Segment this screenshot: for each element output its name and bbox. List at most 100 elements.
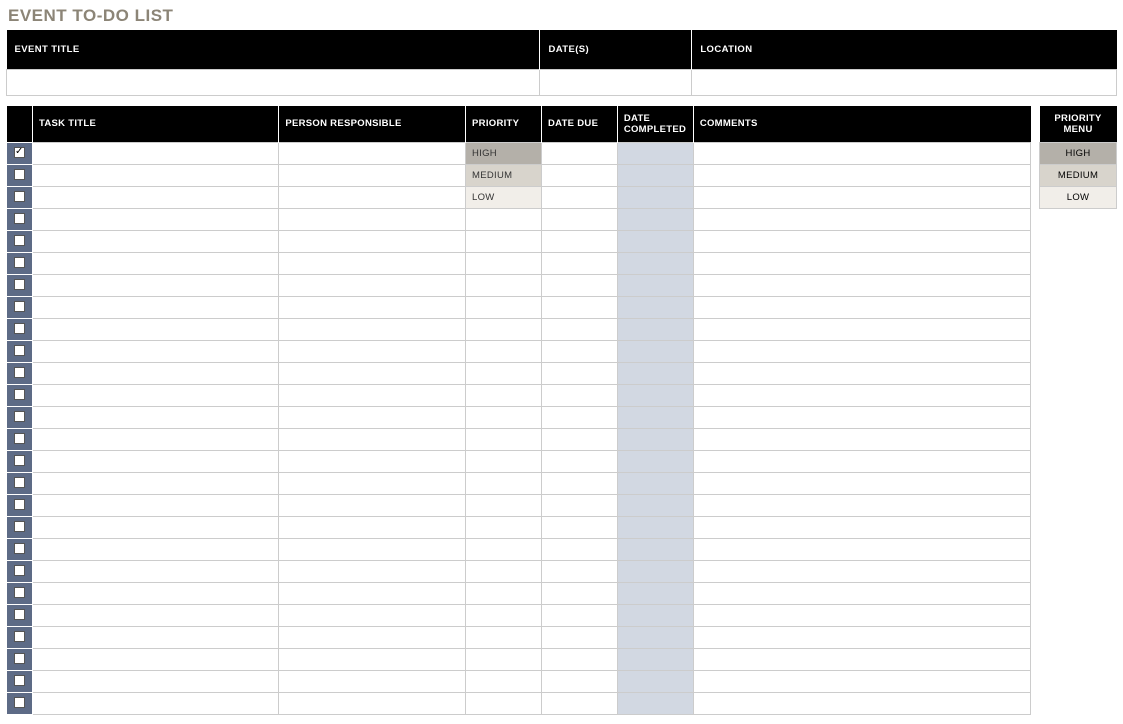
priority-cell[interactable] — [466, 494, 542, 516]
priority-cell[interactable] — [466, 318, 542, 340]
comments-cell[interactable] — [693, 164, 1030, 186]
priority-cell[interactable] — [466, 384, 542, 406]
checkbox-icon[interactable] — [14, 675, 25, 686]
task-title-cell[interactable] — [32, 186, 278, 208]
task-title-cell[interactable] — [32, 450, 278, 472]
checkbox-cell[interactable] — [7, 670, 33, 692]
comments-cell[interactable] — [693, 516, 1030, 538]
checkbox-cell[interactable] — [7, 142, 33, 164]
date-completed-cell[interactable] — [617, 208, 693, 230]
comments-cell[interactable] — [693, 494, 1030, 516]
comments-cell[interactable] — [693, 142, 1030, 164]
checkbox-cell[interactable] — [7, 340, 33, 362]
task-title-cell[interactable] — [32, 516, 278, 538]
checkbox-icon[interactable] — [14, 631, 25, 642]
comments-cell[interactable] — [693, 560, 1030, 582]
priority-cell[interactable] — [466, 472, 542, 494]
comments-cell[interactable] — [693, 604, 1030, 626]
date-completed-cell[interactable] — [617, 296, 693, 318]
date-due-cell[interactable] — [541, 340, 617, 362]
comments-cell[interactable] — [693, 472, 1030, 494]
task-title-cell[interactable] — [32, 670, 278, 692]
date-completed-cell[interactable] — [617, 692, 693, 714]
task-title-cell[interactable] — [32, 406, 278, 428]
date-completed-cell[interactable] — [617, 362, 693, 384]
checkbox-icon[interactable] — [14, 477, 25, 488]
task-title-cell[interactable] — [32, 230, 278, 252]
checkbox-cell[interactable] — [7, 560, 33, 582]
date-due-cell[interactable] — [541, 362, 617, 384]
date-completed-cell[interactable] — [617, 340, 693, 362]
checkbox-icon[interactable] — [14, 279, 25, 290]
date-completed-cell[interactable] — [617, 428, 693, 450]
event-location-input[interactable] — [692, 70, 1117, 96]
person-cell[interactable] — [279, 384, 466, 406]
person-cell[interactable] — [279, 142, 466, 164]
person-cell[interactable] — [279, 560, 466, 582]
task-title-cell[interactable] — [32, 274, 278, 296]
date-completed-cell[interactable] — [617, 252, 693, 274]
person-cell[interactable] — [279, 208, 466, 230]
priority-cell[interactable]: LOW — [466, 186, 542, 208]
date-completed-cell[interactable] — [617, 318, 693, 340]
priority-cell[interactable] — [466, 428, 542, 450]
checkbox-cell[interactable] — [7, 428, 33, 450]
checkbox-icon[interactable] — [14, 521, 25, 532]
task-title-cell[interactable] — [32, 626, 278, 648]
task-title-cell[interactable] — [32, 164, 278, 186]
person-cell[interactable] — [279, 274, 466, 296]
date-completed-cell[interactable] — [617, 186, 693, 208]
priority-cell[interactable] — [466, 582, 542, 604]
task-title-cell[interactable] — [32, 252, 278, 274]
task-title-cell[interactable] — [32, 604, 278, 626]
priority-cell[interactable] — [466, 670, 542, 692]
checkbox-cell[interactable] — [7, 582, 33, 604]
checkbox-icon[interactable] — [14, 301, 25, 312]
date-completed-cell[interactable] — [617, 450, 693, 472]
event-title-input[interactable] — [7, 70, 540, 96]
checkbox-icon[interactable] — [14, 587, 25, 598]
date-due-cell[interactable] — [541, 296, 617, 318]
person-cell[interactable] — [279, 516, 466, 538]
priority-cell[interactable] — [466, 516, 542, 538]
priority-cell[interactable] — [466, 406, 542, 428]
comments-cell[interactable] — [693, 318, 1030, 340]
checkbox-icon[interactable] — [14, 213, 25, 224]
date-due-cell[interactable] — [541, 648, 617, 670]
checkbox-cell[interactable] — [7, 362, 33, 384]
date-due-cell[interactable] — [541, 516, 617, 538]
priority-cell[interactable]: MEDIUM — [466, 164, 542, 186]
date-due-cell[interactable] — [541, 670, 617, 692]
checkbox-icon[interactable] — [14, 169, 25, 180]
comments-cell[interactable] — [693, 692, 1030, 714]
person-cell[interactable] — [279, 450, 466, 472]
date-due-cell[interactable] — [541, 472, 617, 494]
date-due-cell[interactable] — [541, 538, 617, 560]
checkbox-icon[interactable] — [14, 235, 25, 246]
checkbox-cell[interactable] — [7, 230, 33, 252]
comments-cell[interactable] — [693, 582, 1030, 604]
task-title-cell[interactable] — [32, 428, 278, 450]
checkbox-cell[interactable] — [7, 274, 33, 296]
priority-cell[interactable] — [466, 296, 542, 318]
comments-cell[interactable] — [693, 626, 1030, 648]
checkbox-cell[interactable] — [7, 296, 33, 318]
checkbox-cell[interactable] — [7, 494, 33, 516]
checkbox-cell[interactable] — [7, 164, 33, 186]
priority-cell[interactable] — [466, 648, 542, 670]
priority-cell[interactable] — [466, 274, 542, 296]
date-completed-cell[interactable] — [617, 230, 693, 252]
date-due-cell[interactable] — [541, 582, 617, 604]
checkbox-icon[interactable] — [14, 323, 25, 334]
date-due-cell[interactable] — [541, 626, 617, 648]
task-title-cell[interactable] — [32, 648, 278, 670]
comments-cell[interactable] — [693, 450, 1030, 472]
priority-cell[interactable] — [466, 340, 542, 362]
date-due-cell[interactable] — [541, 428, 617, 450]
checkbox-cell[interactable] — [7, 208, 33, 230]
task-title-cell[interactable] — [32, 582, 278, 604]
checkbox-cell[interactable] — [7, 604, 33, 626]
comments-cell[interactable] — [693, 252, 1030, 274]
checkbox-cell[interactable] — [7, 516, 33, 538]
task-title-cell[interactable] — [32, 208, 278, 230]
